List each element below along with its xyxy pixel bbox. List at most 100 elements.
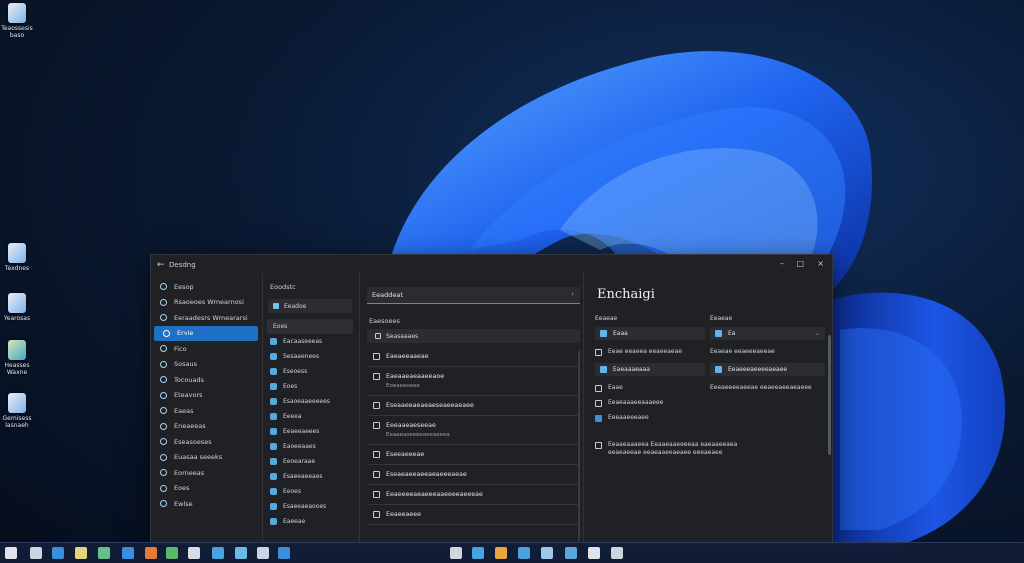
sidebar-item[interactable]: Eseasoeses <box>151 434 261 450</box>
right-setting-box[interactable]: Ea ⌄ <box>710 327 825 340</box>
taskbar-app-icon[interactable] <box>588 547 600 559</box>
category-section[interactable]: Eoes <box>267 319 353 334</box>
list-item[interactable]: Esaeeaeeaes <box>264 469 356 484</box>
setting-icon <box>373 373 380 380</box>
detail-item[interactable]: Eaeaaeaeaaeeaoe Eoeaeeoeee <box>367 367 580 396</box>
taskbar-app-icon[interactable] <box>212 547 224 559</box>
sidebar-item[interactable]: Eeraadesrs Wmeararsi <box>151 310 261 326</box>
list-item-label: Esaeeaeaooes <box>283 503 327 510</box>
list-item[interactable]: Eeeea <box>264 409 356 424</box>
category-list: Eoodstc Eeadoe Eoes Eacaaseeeas Sesaaenee… <box>264 279 356 544</box>
list-item[interactable]: Eaoeeaaes <box>264 439 356 454</box>
category-header: Eoodstc <box>270 283 296 291</box>
taskbar-app-icon[interactable] <box>565 547 577 559</box>
app-icon <box>270 383 277 390</box>
taskbar-app-icon[interactable] <box>98 547 110 559</box>
taskbar-app-icon[interactable] <box>122 547 134 559</box>
sidebar-item[interactable]: Eaeas <box>151 403 261 419</box>
sidebar-item[interactable]: Eoes <box>151 481 261 497</box>
desktop-icon-1[interactable]: Teaossesis baso <box>0 3 34 39</box>
list-item[interactable]: Esaoeaaeeeees <box>264 394 356 409</box>
desktop-icon-label: Teaossesis baso <box>1 25 33 39</box>
list-item[interactable]: Sesaaenees <box>264 349 356 364</box>
taskbar-app-icon[interactable] <box>5 547 17 559</box>
desktop-icon-3[interactable]: Yearosas <box>0 293 34 322</box>
taskbar-app-icon[interactable] <box>30 547 42 559</box>
taskbar-app-icon[interactable] <box>145 547 157 559</box>
left-setting-text-4[interactable]: Eeeaaeeeaee <box>595 414 705 422</box>
sidebar-item[interactable]: Eneaeeas <box>151 419 261 435</box>
detail-item-row: Eseaaeeaeaeaeseaeeaeaee <box>373 402 580 409</box>
sidebar-item[interactable]: Tocouads <box>151 372 261 388</box>
taskbar-app-icon[interactable] <box>278 547 290 559</box>
list-item[interactable]: Eaeeae <box>264 514 356 529</box>
list-item[interactable]: Eeoearaae <box>264 454 356 469</box>
detail-item[interactable]: Eseeaeeeae <box>367 445 580 465</box>
detail-item[interactable]: Eseaeaeeaeeaeaeeeaeae <box>367 465 580 485</box>
taskbar-app-icon[interactable] <box>52 547 64 559</box>
list-item[interactable]: Esaeeaeaooes <box>264 499 356 514</box>
minimize-button[interactable]: – <box>780 259 784 268</box>
taskbar-app-icon[interactable] <box>188 547 200 559</box>
taskbar-app-icon[interactable] <box>450 547 462 559</box>
info-icon <box>595 349 602 356</box>
document-icon <box>8 293 26 313</box>
sidebar-item[interactable]: Eesop <box>151 279 261 295</box>
category-search[interactable]: Eeadoe <box>268 299 352 313</box>
desktop-icon-5[interactable]: Gemisess lasnaeh <box>0 393 34 429</box>
detail-scrollbar[interactable] <box>578 351 580 541</box>
left-setting-text-value-2: Eaae <box>608 384 623 391</box>
left-setting-text-value-4: Eeeaaeeeaee <box>608 414 649 421</box>
detail-item-row: Eeaeeeeaeaeeeaaeeeeaeeeae <box>373 491 580 498</box>
sidebar-item[interactable]: Rsaoeoes Wmearnosi <box>151 295 261 311</box>
list-item[interactable]: Eseoess <box>264 364 356 379</box>
desktop-icon-4[interactable]: Heasses Waxne <box>0 340 34 376</box>
sidebar-item[interactable]: Fico <box>151 341 261 357</box>
sidebar-item[interactable]: Eorneeas <box>151 465 261 481</box>
detail-item[interactable]: Eseaaeeaeaeaeseaeeaeaee <box>367 396 580 416</box>
taskbar-app-icon[interactable] <box>166 547 178 559</box>
document-icon <box>8 3 26 23</box>
list-item[interactable]: Eeaeeaeees <box>264 424 356 439</box>
taskbar-app-icon[interactable] <box>472 547 484 559</box>
list-item[interactable]: Eeoes <box>264 484 356 499</box>
back-arrow-icon[interactable]: ← <box>157 260 165 270</box>
list-item[interactable]: Eacaaseeeas <box>264 334 356 349</box>
detail-item[interactable]: Eeeaaeaeseeae Eeaaeaseeeeaeeaeeea <box>367 416 580 445</box>
sidebar-item[interactable]: Sosaus <box>151 357 261 373</box>
left-setting-box[interactable]: Eaaa <box>595 327 705 340</box>
panel-scrollbar[interactable] <box>828 335 831 455</box>
sidebar-item[interactable]: Eteavors <box>151 388 261 404</box>
info-icon <box>160 484 167 492</box>
detail-card[interactable]: Seasaaaes <box>367 329 580 343</box>
left-setting-box-2[interactable]: Eaeaaaeaaa <box>595 363 705 376</box>
privacy-icon <box>160 438 167 446</box>
detail-item[interactable]: Eeaeeeeaeaeeeaaeeeeaeeeae <box>367 485 580 505</box>
app-icon <box>270 488 277 495</box>
sidebar-item[interactable]: Euasaa seeeks <box>151 450 261 466</box>
detail-item[interactable]: Eeaeeaeee <box>367 505 580 525</box>
detail-item[interactable]: Eaeaeeaaeae <box>367 347 580 367</box>
sidebar-item[interactable]: Ervie <box>154 325 258 341</box>
taskbar-app-icon[interactable] <box>235 547 247 559</box>
app-icon <box>270 473 277 480</box>
taskbar-app-icon[interactable] <box>75 547 87 559</box>
taskbar-app-icon[interactable] <box>611 547 623 559</box>
maximize-button[interactable]: □ <box>796 259 804 268</box>
sidebar-item[interactable]: Ewlse <box>151 496 261 512</box>
monitor-icon <box>715 366 722 373</box>
right-setting-box-2[interactable]: Eeaeeeaeeeeaeaee <box>710 363 825 376</box>
left-setting-text-3[interactable]: Eeaeaaaeeaaaeee <box>595 399 705 407</box>
list-item[interactable]: Eoes <box>264 379 356 394</box>
accessibility-icon <box>160 422 167 430</box>
close-button[interactable]: × <box>817 259 824 268</box>
taskbar-app-icon[interactable] <box>541 547 553 559</box>
detail-item-row: Eeaeeaeee <box>373 511 580 518</box>
divider <box>262 273 263 544</box>
desktop-icon-2[interactable]: Texdnes <box>0 243 34 272</box>
detail-dropdown[interactable]: Eeaddeat › <box>367 287 580 304</box>
taskbar-app-icon[interactable] <box>518 547 530 559</box>
app-icon <box>270 353 277 360</box>
taskbar-app-icon[interactable] <box>257 547 269 559</box>
taskbar-app-icon[interactable] <box>495 547 507 559</box>
